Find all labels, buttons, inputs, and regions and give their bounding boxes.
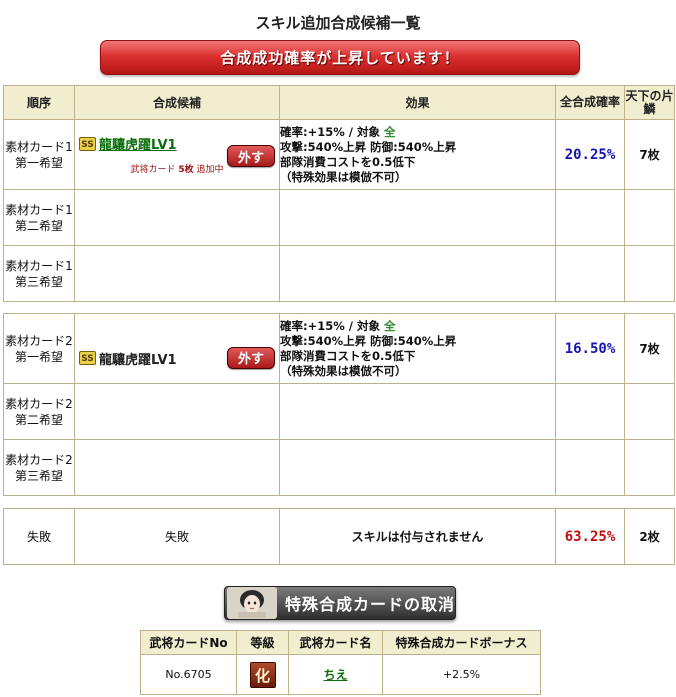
empty-candidate-cell[interactable]	[74, 439, 280, 496]
cancel-special-card-label: 特殊合成カードの取消	[285, 595, 456, 614]
failure-rate: 63.25%	[564, 528, 616, 545]
failure-effect: スキルは付与されません	[279, 508, 556, 565]
effect-cell: 確率:+15% / 対象 全 攻撃:540%上昇 防御:540%上昇 部隊消費コ…	[279, 119, 556, 190]
header-card-no: 武将カードNo	[140, 630, 237, 655]
empty-candidate-cell[interactable]	[74, 245, 280, 302]
empty-effect-cell	[279, 245, 556, 302]
candidate-cell: SS 龍驤虎躍LV1 外す 武将カード 5枚 追加中	[74, 119, 280, 190]
header-rank: 等級	[236, 630, 289, 655]
table-row: 素材カード1 第二希望	[3, 189, 675, 246]
target-all: 全	[383, 124, 396, 139]
failure-count: 2枚	[624, 508, 675, 565]
ss-rank-badge: SS	[79, 351, 96, 365]
header-tenka: 天下の片鱗	[624, 85, 675, 120]
target-all: 全	[383, 318, 396, 333]
remove-button[interactable]: 外す	[227, 346, 275, 369]
count-cell: 7枚	[624, 313, 675, 384]
empty-effect-cell	[279, 383, 556, 440]
order-cell: 素材カード2 第三希望	[3, 439, 75, 496]
order-cell: 素材カード1 第一希望	[3, 119, 75, 190]
empty-candidate-cell[interactable]	[74, 383, 280, 440]
rank-cell: 化	[236, 654, 289, 695]
empty-rate-cell	[555, 383, 625, 440]
card-name-link[interactable]: ちえ	[323, 668, 347, 682]
rank-ka-badge: 化	[249, 661, 276, 688]
page-title: スキル追加合成候補一覧	[255, 14, 421, 32]
skill-name-link[interactable]: 龍驤虎躍LV1	[99, 138, 177, 153]
header-total-rate: 全合成確率	[555, 85, 625, 120]
effect-cell: 確率:+15% / 対象 全 攻撃:540%上昇 防御:540%上昇 部隊消費コ…	[279, 313, 556, 384]
order-cell: 素材カード1 第二希望	[3, 189, 75, 246]
cancel-special-card-button[interactable]: 特殊合成カードの取消	[224, 586, 456, 620]
table-row: 素材カード2 第一希望 SS 龍驤虎躍LV1 外す 確率:+15% / 対象 全 …	[3, 313, 675, 384]
failure-candidate: 失敗	[74, 508, 280, 565]
empty-count-cell	[624, 383, 675, 440]
candidate-table-group-1: 順序 合成候補 効果 全合成確率 天下の片鱗 素材カード1 第一希望 SS 龍驤虎…	[3, 85, 675, 302]
empty-rate-cell	[555, 189, 625, 246]
empty-effect-cell	[279, 189, 556, 246]
table-row: 素材カード2 第三希望	[3, 439, 675, 496]
special-card-table: 武将カードNo 等級 武将カード名 特殊合成カードボーナス No.6705 化 …	[140, 630, 541, 695]
card-name-cell: ちえ	[288, 654, 383, 695]
order-card: 素材カード1	[5, 139, 73, 154]
table-row: No.6705 化 ちえ +2.5%	[140, 654, 541, 695]
bonus-value: +2.5%	[382, 654, 541, 695]
empty-count-cell	[624, 439, 675, 496]
table-row: 素材カード2 第二希望	[3, 383, 675, 440]
success-rate: 16.50%	[564, 340, 616, 357]
candidate-table-group-2: 素材カード2 第一希望 SS 龍驤虎躍LV1 外す 確率:+15% / 対象 全 …	[3, 313, 675, 496]
empty-count-cell	[624, 189, 675, 246]
failure-order: 失敗	[3, 508, 75, 565]
order-cell: 素材カード1 第三希望	[3, 245, 75, 302]
header-order: 順序	[3, 85, 75, 120]
table-row: 素材カード1 第三希望	[3, 245, 675, 302]
header-card-name: 武将カード名	[288, 630, 383, 655]
failure-row: 失敗 失敗 スキルは付与されません 63.25% 2枚	[3, 508, 675, 565]
empty-candidate-cell[interactable]	[74, 189, 280, 246]
general-portrait-icon	[227, 587, 277, 619]
order-preference: 第一希望	[14, 155, 63, 170]
probability-up-banner: 合成成功確率が上昇しています！	[100, 40, 580, 75]
card-no: No.6705	[140, 654, 237, 695]
failure-table: 失敗 失敗 スキルは付与されません 63.25% 2枚	[3, 508, 675, 565]
failure-rate-cell: 63.25%	[555, 508, 625, 565]
skill-name: 龍驤虎躍LV1	[99, 352, 177, 368]
rate-cell: 20.25%	[555, 119, 625, 190]
candidate-cell: SS 龍驤虎躍LV1 外す	[74, 313, 280, 384]
empty-rate-cell	[555, 439, 625, 496]
count-cell: 7枚	[624, 119, 675, 190]
header-candidate: 合成候補	[74, 85, 280, 120]
ss-rank-badge: SS	[79, 136, 96, 151]
remove-button[interactable]: 外す	[227, 145, 275, 167]
header-effect: 効果	[279, 85, 556, 120]
rate-cell: 16.50%	[555, 313, 625, 384]
order-cell: 素材カード2 第二希望	[3, 383, 75, 440]
empty-effect-cell	[279, 439, 556, 496]
empty-rate-cell	[555, 245, 625, 302]
empty-count-cell	[624, 245, 675, 302]
table-row: 素材カード1 第一希望 SS 龍驤虎躍LV1 外す 武将カード 5枚 追加中 確率…	[3, 119, 675, 190]
header-bonus: 特殊合成カードボーナス	[382, 630, 541, 655]
success-rate: 20.25%	[564, 146, 616, 163]
order-cell: 素材カード2 第一希望	[3, 313, 75, 384]
